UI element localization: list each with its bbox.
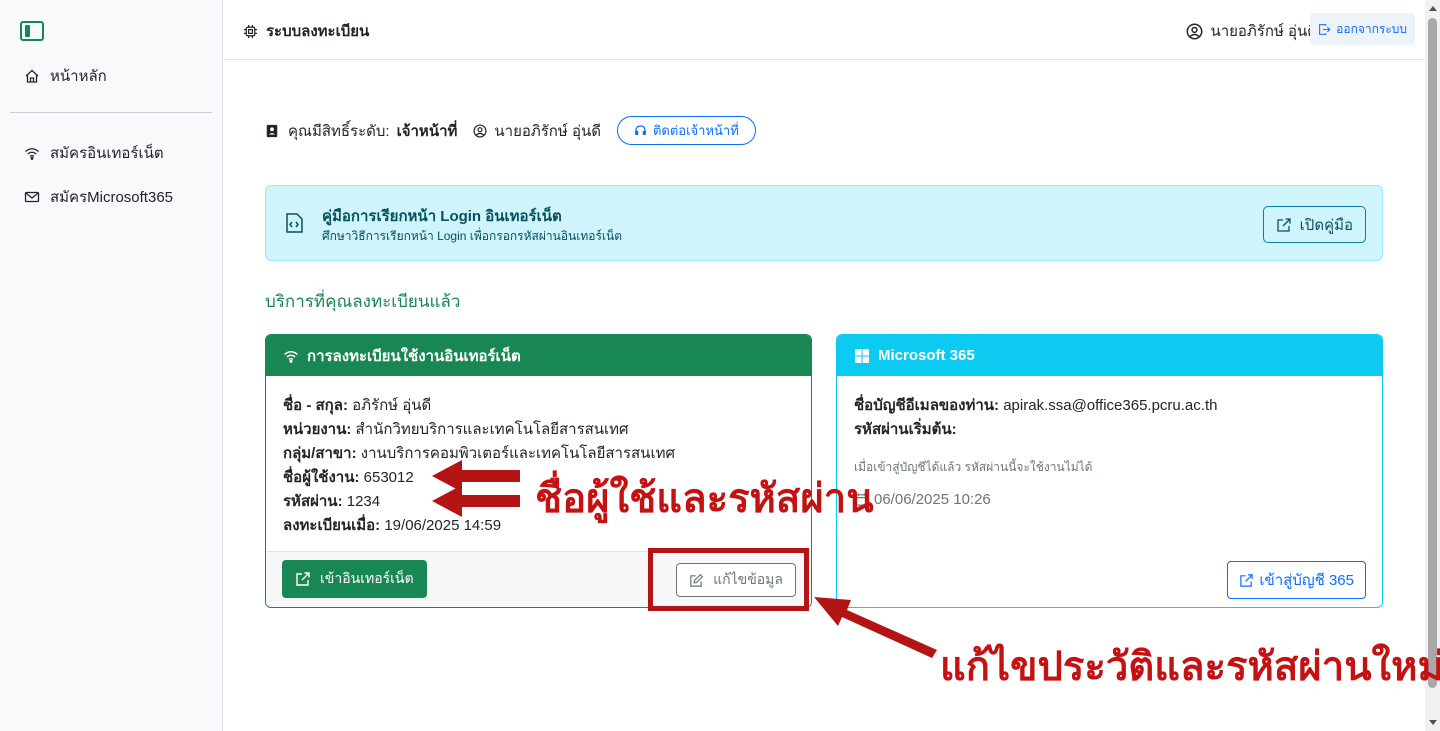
credentials-annotation: ชื่อผู้ใช้และรหัสผ่าน: [535, 476, 874, 522]
sidebar-item-microsoft365[interactable]: สมัครMicrosoft365: [24, 185, 173, 209]
field-label: ชื่อบัญชีอีเมลของท่าน:: [854, 397, 1000, 414]
field-label: ลงทะเบียนเมื่อ:: [283, 517, 381, 534]
field-fullname: ชื่อ - สกุล: อภิรักษ์ อุ่นดี: [283, 394, 794, 418]
sidebar-item-internet[interactable]: สมัครอินเทอร์เน็ต: [24, 141, 164, 165]
external-link-icon: [1240, 573, 1254, 587]
user-menu[interactable]: นายอภิรักษ์ อุ่นดี: [1186, 19, 1317, 43]
sidebar-divider: [10, 112, 212, 113]
ms-date-value: 06/06/2025 10:26: [874, 491, 991, 508]
field-value: 1234: [346, 493, 381, 510]
sidebar-toggle-icon[interactable]: [20, 21, 44, 41]
internet-card-header: การลงทะเบียนใช้งานอินเทอร์เน็ต: [266, 335, 811, 376]
field-value: สำนักวิทยบริการและเทคโนโลยีสารสนเทศ: [355, 421, 629, 438]
field-value: งานบริการคอมพิวเตอร์และเทคโนโลยีสารสนเทศ: [360, 445, 675, 462]
field-department: หน่วยงาน: สำนักวิทยบริการและเทคโนโลยีสาร…: [283, 418, 794, 442]
user-info-row: คุณมีสิทธิ์ระดับ: เจ้าหน้าที่ นายอภิรักษ…: [265, 116, 756, 145]
windows-icon: [855, 348, 869, 363]
field-value: 653012: [363, 469, 414, 486]
enter-ms365-button[interactable]: เข้าสู่บัญชี 365: [1227, 561, 1366, 599]
sidebar-item-label: หน้าหลัก: [50, 68, 107, 85]
ms-registered-date: 06/06/2025 10:26: [854, 491, 1365, 508]
field-value: 19/06/2025 14:59: [384, 517, 502, 534]
role-value: เจ้าหน้าที่: [396, 122, 458, 140]
field-value: apirak.ssa@office365.pcru.ac.th: [1003, 397, 1218, 414]
edit-annotation: แก้ไขประวัติและรหัสผ่านใหม่: [940, 644, 1440, 690]
info-user-name: นายอภิรักษ์ อุ่นดี: [494, 122, 601, 140]
ms-card-header: Microsoft 365: [837, 335, 1382, 376]
field-label: ชื่อ - สกุล:: [283, 397, 348, 414]
guide-title: คู่มือการเรียกหน้า Login อินเทอร์เน็ต: [322, 208, 562, 225]
wifi-icon: [25, 148, 39, 160]
envelope-icon: [24, 191, 40, 203]
scroll-up-arrow[interactable]: [1429, 6, 1437, 11]
id-badge-icon: [266, 124, 278, 137]
ms-card-body: ชื่อบัญชีอีเมลของท่าน: apirak.ssa@office…: [837, 376, 1382, 508]
app-title-text: ระบบลงทะเบียน: [266, 23, 370, 40]
login-guide-alert: คู่มือการเรียกหน้า Login อินเทอร์เน็ต ศึ…: [265, 185, 1383, 261]
field-label: รหัสผ่านเริ่มต้น:: [854, 421, 957, 438]
enter-internet-label: เข้าอินเทอร์เน็ต: [320, 570, 414, 586]
section-title: บริการที่คุณลงทะเบียนแล้ว: [265, 292, 461, 311]
ms-card-title: Microsoft 365: [878, 347, 975, 364]
logout-label: ออกจากระบบ: [1336, 21, 1407, 36]
user-name: นายอภิรักษ์ อุ่นดี: [1210, 23, 1317, 40]
enter-internet-button[interactable]: เข้าอินเทอร์เน็ต: [282, 560, 427, 598]
wifi-icon: [284, 350, 298, 363]
sidebar-item-label: สมัครMicrosoft365: [50, 189, 174, 206]
person-circle-icon: [1186, 23, 1203, 39]
password-note: เมื่อเข้าสู่บัญชีได้แล้ว รหัสผ่านนี้จะใช…: [854, 460, 1093, 474]
enter-ms365-label: เข้าสู่บัญชี 365: [1259, 572, 1354, 589]
page-scrollbar[interactable]: [1425, 0, 1440, 731]
field-initial-password: รหัสผ่านเริ่มต้น:: [854, 418, 1365, 442]
scroll-thumb[interactable]: [1428, 18, 1437, 688]
scroll-down-arrow[interactable]: [1429, 720, 1437, 725]
sidebar: หน้าหลัก สมัครอินเทอร์เน็ต สมัครMicrosof…: [0, 0, 223, 731]
top-bar: ระบบลงทะเบียน นายอภิรักษ์ อุ่นดี ออกจากร…: [223, 0, 1425, 60]
field-label: กลุ่ม/สาขา:: [283, 445, 357, 462]
field-group: กลุ่ม/สาขา: งานบริการคอมพิวเตอร์และเทคโน…: [283, 442, 794, 466]
contact-staff-button[interactable]: ติดต่อเจ้าหน้าที่: [616, 116, 756, 145]
home-icon: [25, 69, 39, 83]
external-link-icon: [296, 572, 310, 586]
edit-highlight-box: [648, 548, 809, 611]
cpu-icon: [243, 24, 258, 38]
field-email: ชื่อบัญชีอีเมลของท่าน: apirak.ssa@office…: [854, 394, 1365, 418]
app-title: ระบบลงทะเบียน: [243, 19, 369, 43]
person-circle-icon: [473, 123, 487, 138]
field-label: ชื่อผู้ใช้งาน:: [283, 469, 360, 486]
logout-icon: [1319, 23, 1331, 35]
role-label: คุณมีสิทธิ์ระดับ:: [288, 122, 390, 140]
sidebar-item-label: สมัครอินเทอร์เน็ต: [50, 145, 164, 162]
code-file-icon: [286, 213, 303, 233]
open-guide-button[interactable]: เปิดคู่มือ: [1262, 206, 1366, 243]
external-link-icon: [1277, 217, 1291, 232]
microsoft365-card: Microsoft 365 ชื่อบัญชีอีเมลของท่าน: api…: [836, 334, 1383, 608]
field-label: รหัสผ่าน:: [283, 493, 343, 510]
open-guide-label: เปิดคู่มือ: [1299, 216, 1353, 234]
field-label: หน่วยงาน:: [283, 421, 352, 438]
info-user: นายอภิรักษ์ อุ่นดี: [473, 119, 601, 143]
guide-subtitle: ศึกษาวิธีการเรียกหน้า Login เพื่อกรอกรหั…: [322, 229, 622, 243]
internet-card-title: การลงทะเบียนใช้งานอินเทอร์เน็ต: [307, 347, 521, 365]
sidebar-item-home[interactable]: หน้าหลัก: [24, 64, 107, 88]
field-value: อภิรักษ์ อุ่นดี: [352, 397, 432, 414]
contact-staff-label: ติดต่อเจ้าหน้าที่: [652, 123, 739, 138]
logout-button[interactable]: ออกจากระบบ: [1310, 13, 1415, 45]
headset-icon: [634, 125, 646, 136]
